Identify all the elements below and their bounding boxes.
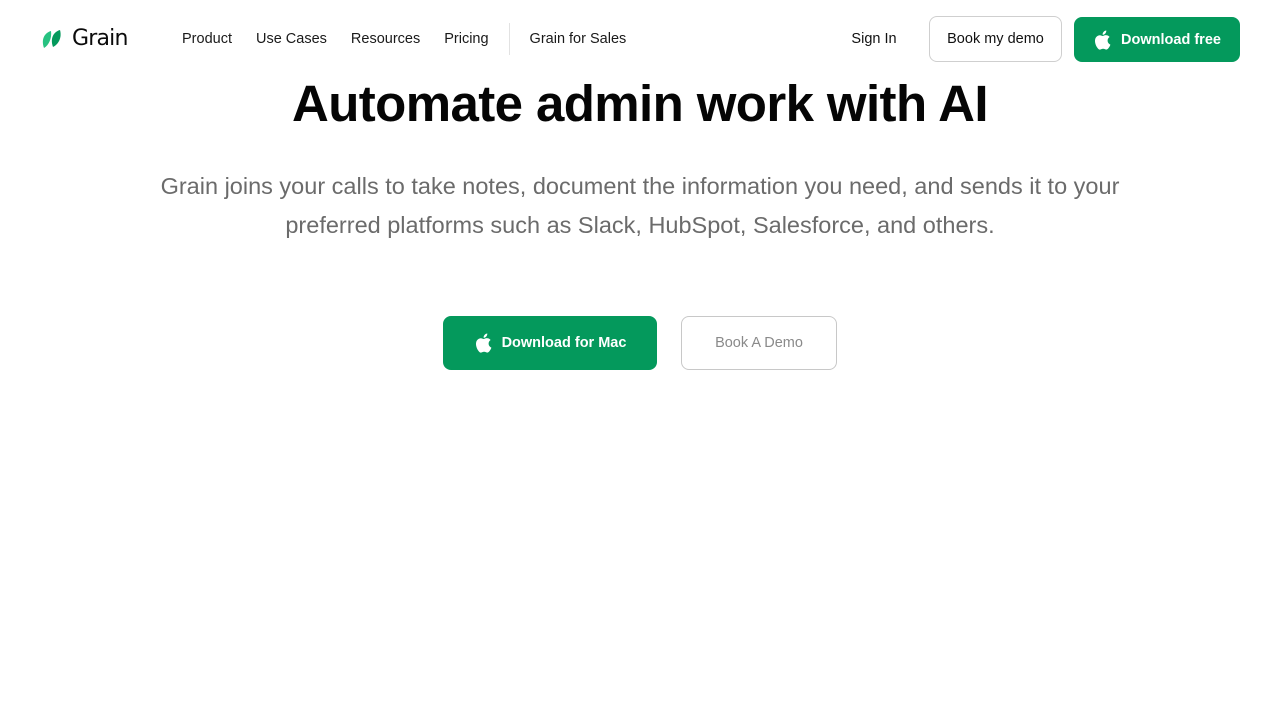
download-for-mac-label: Download for Mac xyxy=(501,335,627,351)
nav-divider xyxy=(508,23,510,55)
nav-links: Product Use Cases Resources Pricing Grai… xyxy=(170,22,638,56)
sign-in-link[interactable]: Sign In xyxy=(834,17,914,61)
download-for-mac-button[interactable]: Download for Mac xyxy=(443,316,657,370)
book-a-demo-button[interactable]: Book A Demo xyxy=(681,316,837,370)
grain-logo[interactable]: Grain xyxy=(40,26,128,52)
nav-link-grain-for-sales[interactable]: Grain for Sales xyxy=(518,22,639,56)
book-demo-button[interactable]: Book my demo xyxy=(929,16,1062,62)
leaf-logo-icon xyxy=(42,30,61,48)
nav-link-resources[interactable]: Resources xyxy=(339,22,432,56)
nav-link-use-cases[interactable]: Use Cases xyxy=(244,22,339,56)
download-free-button[interactable]: Download free xyxy=(1074,17,1240,62)
hero-headline: Automate admin work with AI xyxy=(292,75,989,132)
hero-subtitle: Grain joins your calls to take notes, do… xyxy=(160,173,1120,238)
logo-wordmark: Grain xyxy=(72,26,128,51)
top-navigation: Grain Product Use Cases Resources Pricin… xyxy=(0,0,1280,78)
nav-link-pricing[interactable]: Pricing xyxy=(432,22,500,56)
nav-link-product[interactable]: Product xyxy=(170,22,244,56)
apple-icon xyxy=(475,333,491,353)
apple-icon xyxy=(1095,30,1111,50)
download-free-label: Download free xyxy=(1121,31,1221,48)
